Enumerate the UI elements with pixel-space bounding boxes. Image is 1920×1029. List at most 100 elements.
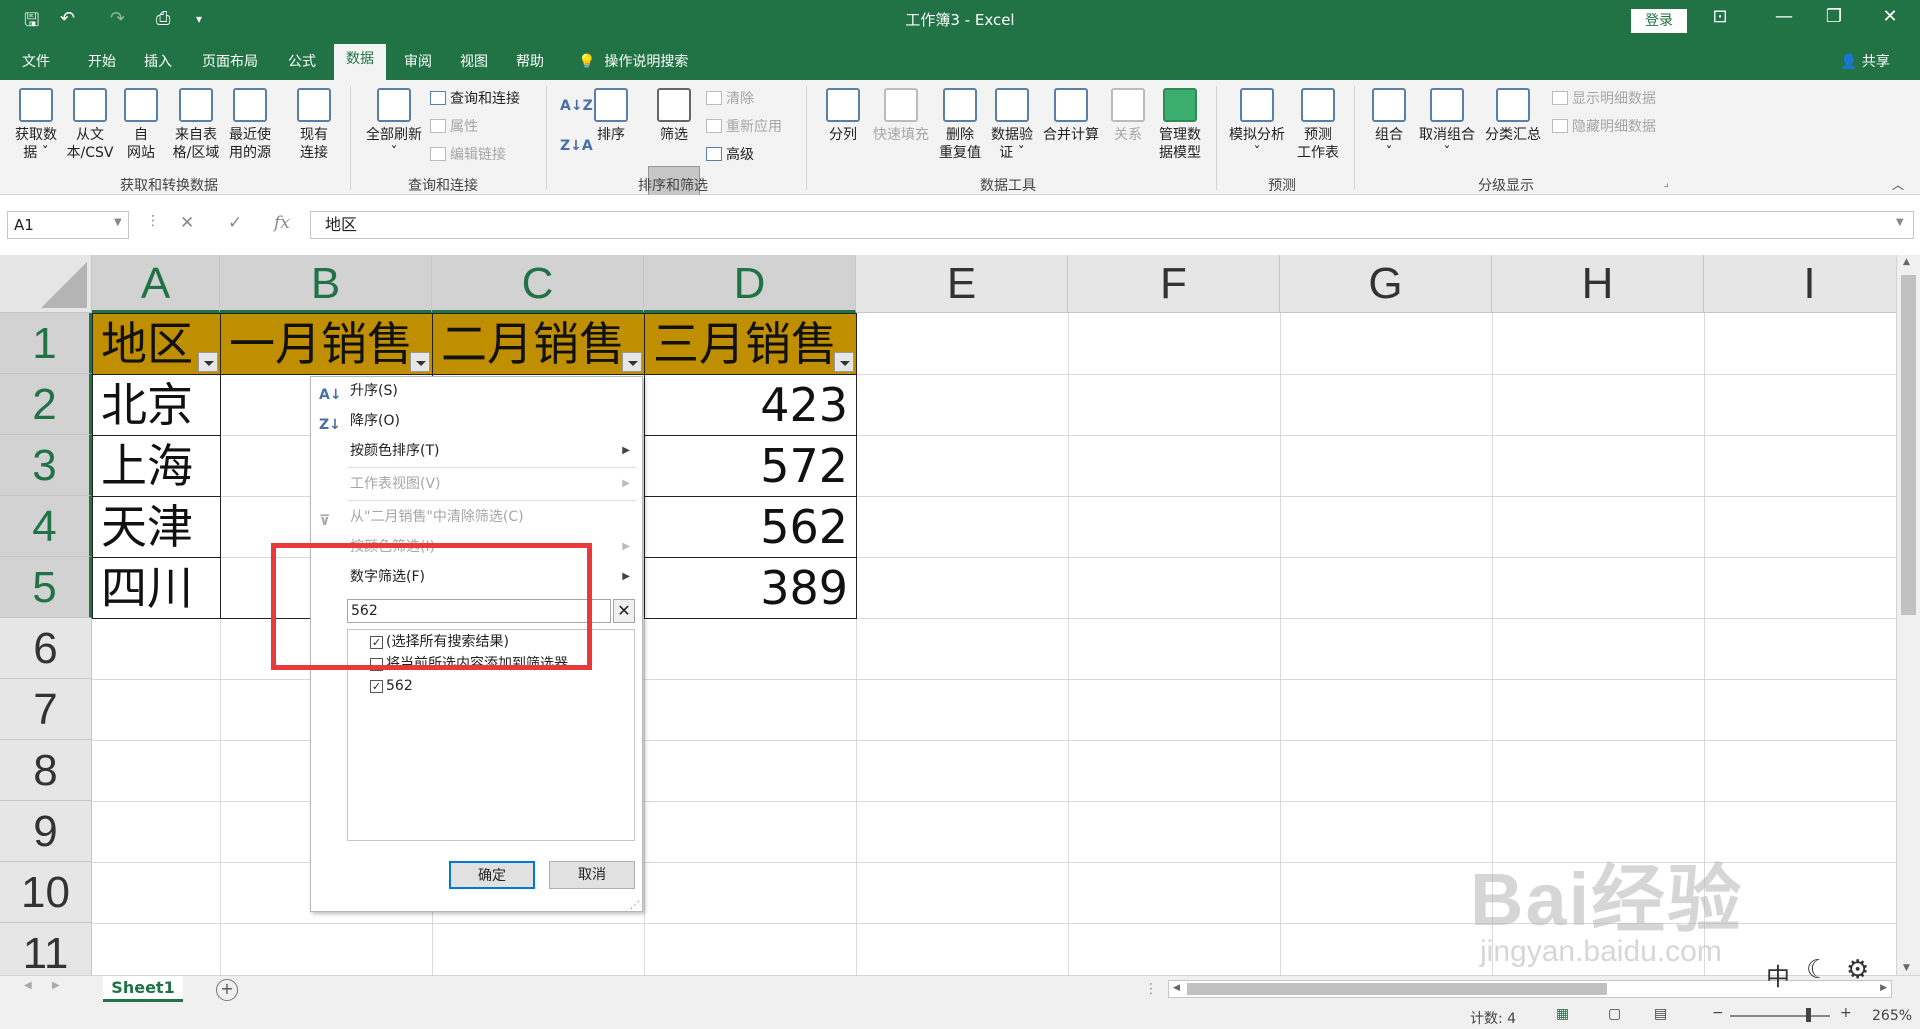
minimize-icon[interactable]: — xyxy=(1764,6,1804,27)
what-if-button[interactable]: 模拟分析 ˇ xyxy=(1224,88,1290,162)
queries-connections-button[interactable]: 查询和连接 xyxy=(430,88,520,108)
dialog-launcher-icon[interactable]: ⌟ xyxy=(1664,178,1669,189)
clear-filter-button[interactable]: 清除 xyxy=(706,88,754,108)
menu-sort-by-color[interactable]: 按颜色排序(T) ▶ xyxy=(311,437,642,465)
tell-me-search[interactable]: 💡 操作说明搜索 xyxy=(578,51,688,71)
cancel-icon[interactable]: ✕ xyxy=(180,213,194,233)
close-icon[interactable]: ✕ xyxy=(1870,6,1910,27)
share-button[interactable]: 👤 共享 xyxy=(1840,51,1890,71)
expand-formula-icon[interactable]: ▼ xyxy=(1896,217,1904,228)
row-header-7[interactable]: 7 xyxy=(0,679,92,740)
get-data-button[interactable]: 获取数 据 ˇ xyxy=(8,88,64,162)
column-header-c[interactable]: C xyxy=(432,255,644,313)
existing-connections-button[interactable]: 现有 连接 xyxy=(286,88,342,162)
normal-view-icon[interactable]: ▦ xyxy=(1556,1006,1569,1022)
tab-review[interactable]: 审阅 xyxy=(404,51,432,71)
page-layout-view-icon[interactable]: ▢ xyxy=(1608,1006,1621,1022)
tab-formulas[interactable]: 公式 xyxy=(288,51,316,71)
login-button[interactable]: 登录 xyxy=(1631,9,1687,33)
menu-sort-ascending[interactable]: A↓ 升序(S) xyxy=(311,377,642,405)
subtotal-button[interactable]: 分类汇总 xyxy=(1480,88,1546,144)
tab-page-layout[interactable]: 页面布局 xyxy=(202,51,258,71)
cell-b1[interactable]: 一月销售 xyxy=(220,313,433,375)
show-detail-button[interactable]: 显示明细数据 xyxy=(1552,88,1656,108)
restore-icon[interactable]: ❐ xyxy=(1814,6,1854,27)
tab-data[interactable]: 数据 xyxy=(334,44,386,80)
row-header-9[interactable]: 9 xyxy=(0,801,92,862)
insert-function-icon[interactable]: fx xyxy=(274,213,290,233)
zoom-in-icon[interactable]: + xyxy=(1840,1005,1852,1021)
sort-button[interactable]: 排序 xyxy=(588,88,634,144)
resize-grip-icon[interactable]: ⋰ xyxy=(630,900,640,911)
tab-insert[interactable]: 插入 xyxy=(144,51,172,71)
forecast-sheet-button[interactable]: 预测 工作表 xyxy=(1292,88,1344,162)
cell-c1[interactable]: 二月销售 xyxy=(432,313,645,375)
vertical-scroll-thumb[interactable] xyxy=(1901,275,1916,615)
tab-help[interactable]: 帮助 xyxy=(516,51,544,71)
flash-fill-button[interactable]: 快速填充 xyxy=(868,88,934,144)
row-header-1[interactable]: 1 xyxy=(0,313,92,374)
column-header-f[interactable]: F xyxy=(1068,255,1280,313)
cell-d1[interactable]: 三月销售 xyxy=(644,313,857,375)
filter-dropdown-b-icon[interactable] xyxy=(410,352,430,372)
enter-icon[interactable]: ✓ xyxy=(228,213,242,233)
group-button[interactable]: 组合 ˇ xyxy=(1364,88,1414,162)
row-header-4[interactable]: 4 xyxy=(0,496,92,557)
cell-a2[interactable]: 北京 xyxy=(92,374,221,436)
column-header-b[interactable]: B xyxy=(220,255,432,313)
filter-dropdown-c-icon[interactable] xyxy=(622,352,642,372)
cell-a3[interactable]: 上海 xyxy=(92,435,221,497)
page-break-view-icon[interactable]: ▤ xyxy=(1654,1006,1667,1022)
menu-sort-descending[interactable]: Z↓ 降序(O) xyxy=(311,407,642,435)
menu-sheet-view[interactable]: 工作表视图(V) ▶ xyxy=(311,470,642,498)
scroll-down-icon[interactable]: ▼ xyxy=(1903,963,1910,973)
cancel-button[interactable]: 取消 xyxy=(549,861,635,889)
advanced-button[interactable]: 高级 xyxy=(706,144,754,164)
scroll-up-icon[interactable]: ▲ xyxy=(1903,257,1910,267)
row-header-2[interactable]: 2 xyxy=(0,374,92,435)
ribbon-display-icon[interactable]: ⊡ xyxy=(1700,6,1740,27)
cell-d4[interactable]: 562 xyxy=(644,496,857,558)
hide-detail-button[interactable]: 隐藏明细数据 xyxy=(1552,116,1656,136)
clear-search-icon[interactable]: ✕ xyxy=(613,599,635,623)
row-header-8[interactable]: 8 xyxy=(0,740,92,801)
from-web-button[interactable]: 自 网站 xyxy=(116,88,166,162)
from-table-button[interactable]: 来自表 格/区域 xyxy=(168,88,224,162)
namebox-dropdown-icon[interactable]: ▼ xyxy=(114,217,122,228)
menu-clear-filter[interactable]: ⊽ 从"二月销售"中清除筛选(C) xyxy=(311,503,642,531)
tab-view[interactable]: 视图 xyxy=(460,51,488,71)
formula-input[interactable]: 地区 xyxy=(310,211,1914,239)
filter-dropdown-d-icon[interactable] xyxy=(834,352,854,372)
edit-links-button[interactable]: 编辑链接 xyxy=(430,144,506,164)
consolidate-button[interactable]: 合并计算 xyxy=(1038,88,1104,144)
filter-search-input[interactable]: 562 xyxy=(347,599,611,623)
cell-a4[interactable]: 天津 xyxy=(92,496,221,558)
row-header-10[interactable]: 10 xyxy=(0,862,92,923)
checkbox-value-562[interactable]: ✓ 562 xyxy=(348,676,413,696)
column-header-e[interactable]: E xyxy=(856,255,1068,313)
column-header-a[interactable]: A xyxy=(92,255,220,313)
sheet-next-icon[interactable]: ▶ xyxy=(52,980,60,991)
filter-button[interactable]: 筛选 xyxy=(650,88,698,144)
scroll-right-icon[interactable]: ▶ xyxy=(1880,983,1887,993)
checkbox-add-to-filter[interactable]: 将当前所选内容添加到筛选器 xyxy=(348,654,568,674)
data-model-button[interactable]: 管理数 据模型 xyxy=(1152,88,1208,162)
data-validation-button[interactable]: 数据验 证 ˇ xyxy=(986,88,1038,162)
tab-file[interactable]: 文件 xyxy=(22,51,50,71)
zoom-slider-thumb[interactable] xyxy=(1806,1008,1811,1022)
cell-d3[interactable]: 572 xyxy=(644,435,857,497)
zoom-level[interactable]: 265% xyxy=(1872,1008,1912,1024)
tab-home[interactable]: 开始 xyxy=(88,51,116,71)
sheet-prev-icon[interactable]: ◀ xyxy=(24,980,32,991)
recent-sources-button[interactable]: 最近使 用的源 xyxy=(222,88,278,162)
cell-d5[interactable]: 389 xyxy=(644,557,857,619)
menu-number-filters[interactable]: 数字筛选(F) ▶ xyxy=(311,563,642,591)
text-to-columns-button[interactable]: 分列 xyxy=(820,88,866,144)
refresh-all-button[interactable]: 全部刷新 ˇ xyxy=(356,88,432,162)
column-header-i[interactable]: I xyxy=(1704,255,1896,313)
column-header-g[interactable]: G xyxy=(1280,255,1492,313)
scroll-left-icon[interactable]: ◀ xyxy=(1173,983,1180,993)
relationships-button[interactable]: 关系 xyxy=(1104,88,1152,144)
zoom-out-icon[interactable]: − xyxy=(1712,1005,1724,1021)
ok-button[interactable]: 确定 xyxy=(449,861,535,889)
